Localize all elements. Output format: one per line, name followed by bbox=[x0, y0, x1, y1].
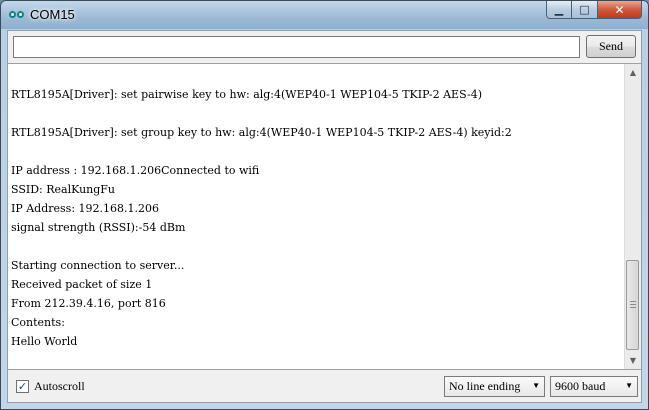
vertical-scrollbar[interactable]: ▲ ▼ bbox=[624, 64, 641, 369]
window-title: COM15 bbox=[30, 7, 75, 22]
arduino-icon bbox=[9, 8, 25, 21]
chevron-down-icon: ▼ bbox=[625, 381, 633, 390]
close-icon: ✕ bbox=[614, 2, 625, 17]
console-line: IP address : 192.168.1.206Connected to w… bbox=[11, 164, 260, 177]
console-line: SSID: RealKungFu bbox=[11, 183, 116, 196]
console-line: Starting connection to server... bbox=[11, 259, 185, 272]
serial-monitor-window: COM15 ▁ □ ✕ Send RTL8195A[Driver]: set p… bbox=[0, 0, 649, 410]
line-ending-select[interactable]: No line ending ▼ bbox=[444, 376, 545, 397]
client-area: Send RTL8195A[Driver]: set pairwise key … bbox=[7, 30, 642, 403]
baud-rate-value: 9600 baud bbox=[555, 379, 606, 393]
console-line: RTL8195A[Driver]: set pairwise key to hw… bbox=[11, 88, 483, 101]
console-line: From 212.39.4.16, port 816 bbox=[11, 297, 166, 310]
check-icon: ✓ bbox=[17, 380, 28, 393]
console-line: RTL8195A[Driver]: set group key to hw: a… bbox=[11, 126, 512, 139]
send-input[interactable] bbox=[13, 36, 580, 58]
minimize-button[interactable]: ▁ bbox=[546, 1, 572, 19]
line-ending-value: No line ending bbox=[449, 379, 521, 393]
autoscroll-label: Autoscroll bbox=[34, 379, 85, 393]
close-button[interactable]: ✕ bbox=[598, 1, 642, 19]
scroll-thumb[interactable] bbox=[626, 260, 639, 350]
title-bar[interactable]: COM15 ▁ □ ✕ bbox=[1, 1, 648, 29]
maximize-button[interactable]: □ bbox=[572, 1, 598, 19]
scroll-up-icon[interactable]: ▲ bbox=[625, 64, 641, 81]
bottom-bar: ✓ Autoscroll No line ending ▼ 9600 baud … bbox=[8, 370, 641, 402]
console-line: Contents: bbox=[11, 316, 65, 329]
console-line: IP Address: 192.168.1.206 bbox=[11, 202, 160, 215]
console-line: Received packet of size 1 bbox=[11, 278, 153, 291]
maximize-icon: □ bbox=[579, 3, 590, 16]
send-button[interactable]: Send bbox=[586, 35, 636, 58]
window-controls: ▁ □ ✕ bbox=[546, 1, 642, 19]
autoscroll-checkbox[interactable]: ✓ bbox=[16, 380, 29, 393]
minimize-icon: ▁ bbox=[554, 3, 564, 16]
serial-output[interactable]: RTL8195A[Driver]: set pairwise key to hw… bbox=[8, 63, 641, 370]
serial-output-text: RTL8195A[Driver]: set pairwise key to hw… bbox=[11, 85, 621, 351]
console-line: signal strength (RSSI):-54 dBm bbox=[11, 221, 186, 234]
baud-rate-select[interactable]: 9600 baud ▼ bbox=[550, 376, 638, 397]
chevron-down-icon: ▼ bbox=[532, 381, 540, 390]
console-line: Hello World bbox=[11, 335, 78, 348]
scroll-down-icon[interactable]: ▼ bbox=[625, 352, 641, 369]
